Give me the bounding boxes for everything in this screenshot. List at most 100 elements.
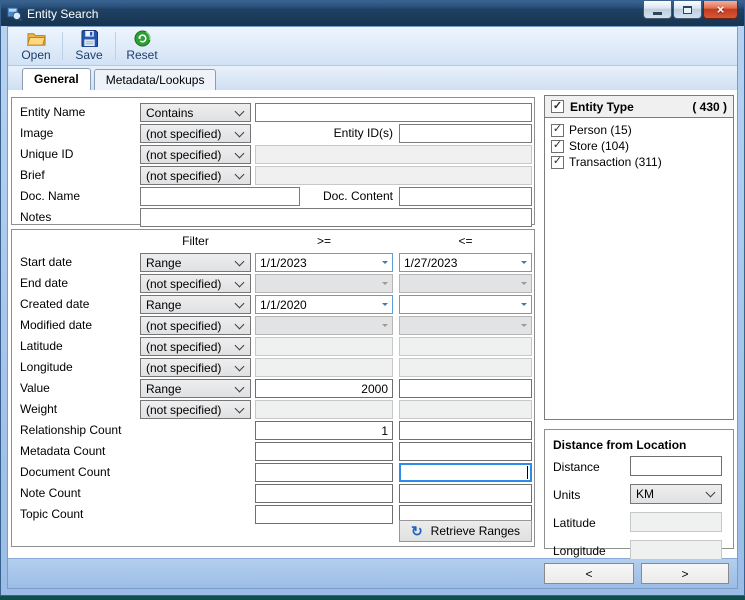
dropdown-arrow-icon: [377, 275, 392, 292]
next-button[interactable]: >: [641, 563, 729, 584]
topic-count-from-input[interactable]: [255, 505, 393, 524]
filter-row-latitude: Latitude (not specified): [12, 336, 534, 357]
created-date-to-date-picker[interactable]: [399, 295, 532, 314]
entity-type-list: ✓ Person (15) ✓ Store (104) ✓ Transaction (31…: [545, 118, 733, 170]
checkbox[interactable]: ✓: [551, 139, 564, 153]
weight-filter-select[interactable]: (not specified): [140, 400, 251, 419]
chevron-down-icon: [234, 169, 245, 179]
toolbar-separator: [62, 32, 63, 60]
entity-name-input[interactable]: [255, 103, 532, 122]
relationship-count-to-input[interactable]: [399, 421, 532, 440]
entity-type-total-count: ( 430 ): [692, 99, 727, 114]
distance-from-location-panel: Distance from Location Distance Units KM…: [544, 429, 734, 560]
end-date-filter-select[interactable]: (not specified): [140, 274, 251, 293]
lte-header: <=: [458, 234, 473, 248]
filter-row-relationship-count: Relationship Count: [12, 420, 534, 441]
previous-button[interactable]: <: [544, 563, 634, 584]
entity-type-header[interactable]: ✓ Entity Type ( 430 ): [545, 96, 733, 118]
value-to-input[interactable]: [399, 379, 532, 398]
combo-value: (not specified): [146, 402, 222, 417]
distance-panel-title: Distance from Location: [553, 438, 687, 452]
checkbox[interactable]: ✓: [551, 155, 564, 169]
doc-name-label: Doc. Name: [20, 189, 81, 203]
doc-content-input[interactable]: [399, 187, 532, 206]
image-operator-select[interactable]: (not specified): [140, 124, 251, 143]
open-button[interactable]: Open: [12, 27, 60, 65]
latitude-to-input: [399, 337, 532, 356]
checkbox[interactable]: ✓: [551, 123, 564, 137]
entity-type-item-label: Store (104): [569, 139, 630, 153]
entity-type-select-all-checkbox[interactable]: ✓: [551, 100, 564, 113]
chevron-down-icon: [234, 340, 245, 350]
date-value: 1/27/2023: [404, 255, 458, 270]
open-button-label: Open: [21, 48, 51, 62]
reset-button-label: Reset: [126, 48, 158, 62]
units-label: Units: [553, 488, 581, 502]
entity-type-item-store-104[interactable]: ✓ Store (104): [545, 138, 733, 154]
longitude-from-input: [255, 358, 393, 377]
brief-label: Brief: [20, 168, 45, 182]
check-icon: ✓: [552, 155, 563, 167]
created-date-from-date-picker[interactable]: 1/1/2020: [255, 295, 393, 314]
entity-type-item-label: Person (15): [569, 123, 632, 137]
filter-row-metadata-count: Metadata Count: [12, 441, 534, 462]
filter-rows: Start date Range 1/1/2023 1/27/2023 End date…: [12, 252, 534, 525]
metadata-count-from-input[interactable]: [255, 442, 393, 461]
filter-row-note-count: Note Count: [12, 483, 534, 504]
entity-type-item-person-15[interactable]: ✓ Person (15): [545, 122, 733, 138]
reset-button[interactable]: Reset: [118, 27, 166, 65]
longitude-filter-select[interactable]: (not specified): [140, 358, 251, 377]
modified-date-filter-select[interactable]: (not specified): [140, 316, 251, 335]
units-select[interactable]: KM: [630, 484, 722, 504]
dropdown-arrow-icon: [516, 254, 531, 271]
end-date-to-date-picker: [399, 274, 532, 293]
metadata-count-to-input[interactable]: [399, 442, 532, 461]
close-button[interactable]: ×: [703, 1, 738, 19]
entity-name-operator-select[interactable]: Contains: [140, 103, 251, 122]
minimize-button[interactable]: [643, 1, 672, 19]
entity-type-item-transaction-311[interactable]: ✓ Transaction (311): [545, 154, 733, 170]
save-button[interactable]: Save: [65, 27, 113, 65]
entity-criteria-group: Entity Name Contains Image (not specifie…: [11, 97, 535, 227]
distance-latitude-label: Latitude: [553, 516, 596, 530]
start-date-to-date-picker[interactable]: 1/27/2023: [399, 253, 532, 272]
tab-metadata-lookups[interactable]: Metadata/Lookups: [93, 69, 217, 90]
retrieve-ranges-button[interactable]: ↻ Retrieve Ranges: [399, 520, 532, 542]
entity-ids-input[interactable]: [399, 124, 532, 143]
dropdown-arrow-icon: [516, 275, 531, 292]
filter-row-start-date: Start date Range 1/1/2023 1/27/2023: [12, 252, 534, 273]
chevron-down-icon: [234, 361, 245, 371]
document-count-from-input[interactable]: [255, 463, 393, 482]
distance-latitude-input: [630, 512, 722, 532]
note-count-from-input[interactable]: [255, 484, 393, 503]
start-date-filter-select[interactable]: Range: [140, 253, 251, 272]
chevron-down-icon: [234, 403, 245, 413]
document-count-to-input[interactable]: [399, 463, 532, 482]
unique-id-label: Unique ID: [20, 147, 74, 161]
maximize-button[interactable]: [673, 1, 702, 19]
note-count-label: Note Count: [20, 486, 81, 500]
filter-column-headers: Filter >= <=: [12, 230, 534, 250]
note-count-to-input[interactable]: [399, 484, 532, 503]
distance-input[interactable]: [630, 456, 722, 476]
filter-row-document-count: Document Count: [12, 462, 534, 483]
created-date-filter-select[interactable]: Range: [140, 295, 251, 314]
app-icon: [7, 6, 22, 21]
combo-value: Contains: [146, 105, 194, 120]
start-date-label: Start date: [20, 255, 73, 269]
start-date-from-date-picker[interactable]: 1/1/2023: [255, 253, 393, 272]
title-bar: Entity Search ×: [1, 1, 744, 26]
filter-row-modified-date: Modified date (not specified): [12, 315, 534, 336]
filter-row-weight: Weight (not specified): [12, 399, 534, 420]
toolbar: Open Save Reset: [8, 27, 737, 66]
unique-id-operator-select[interactable]: (not specified): [140, 145, 251, 164]
doc-name-input[interactable]: [140, 187, 300, 206]
value-filter-select[interactable]: Range: [140, 379, 251, 398]
notes-input[interactable]: [140, 208, 532, 227]
latitude-filter-select[interactable]: (not specified): [140, 337, 251, 356]
weight-to-input: [399, 400, 532, 419]
value-from-input[interactable]: [255, 379, 393, 398]
brief-operator-select[interactable]: (not specified): [140, 166, 251, 185]
relationship-count-from-input[interactable]: [255, 421, 393, 440]
tab-general[interactable]: General: [22, 68, 91, 90]
